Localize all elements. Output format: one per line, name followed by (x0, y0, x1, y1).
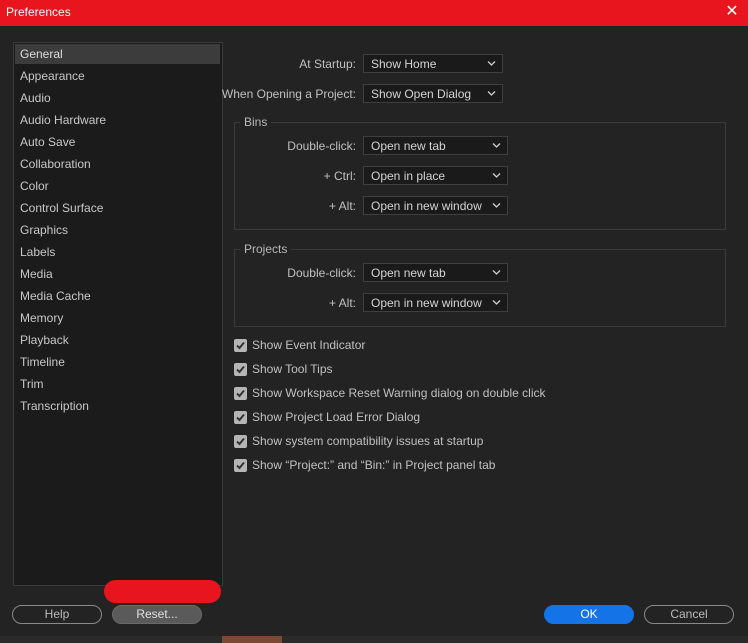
sidebar-item-appearance[interactable]: Appearance (15, 66, 220, 86)
sidebar-item-memory[interactable]: Memory (15, 308, 220, 328)
bins-double-click-dropdown[interactable]: Open new tab (363, 136, 508, 155)
projects-double-click-value: Open new tab (371, 266, 446, 280)
background-app-strip (0, 636, 748, 643)
chevron-down-icon (492, 173, 501, 178)
background-app-accent (222, 636, 282, 643)
bins-group-title: Bins (240, 115, 272, 129)
checkmark-icon (236, 461, 245, 470)
preferences-dialog: Preferences ✕ General Appearance Audio A… (0, 0, 748, 643)
close-icon[interactable]: ✕ (722, 2, 742, 22)
bins-alt-value: Open in new window (371, 199, 482, 213)
at-startup-dropdown[interactable]: Show Home (363, 54, 503, 73)
sidebar-item-audio-hardware[interactable]: Audio Hardware (15, 110, 220, 130)
sidebar-item-media-cache[interactable]: Media Cache (15, 286, 220, 306)
sidebar-item-control-surface[interactable]: Control Surface (15, 198, 220, 218)
at-startup-label: At Startup: (299, 57, 356, 71)
checkmark-icon (236, 389, 245, 398)
checkbox-label: Show “Project:” and “Bin:” in Project pa… (252, 458, 496, 472)
sidebar-item-graphics[interactable]: Graphics (15, 220, 220, 240)
chevron-down-icon (492, 270, 501, 275)
bins-alt-label: + Alt: (328, 199, 356, 213)
projects-group-title: Projects (240, 242, 292, 256)
chevron-down-icon (487, 61, 496, 66)
window-title: Preferences (6, 5, 71, 19)
checkbox-box[interactable] (234, 459, 247, 472)
checkbox-box[interactable] (234, 339, 247, 352)
checkbox-box[interactable] (234, 435, 247, 448)
checkmark-icon (236, 341, 245, 350)
help-button[interactable]: Help (12, 605, 102, 624)
bins-ctrl-value: Open in place (371, 169, 446, 183)
bins-double-click-value: Open new tab (371, 139, 446, 153)
sidebar-item-trim[interactable]: Trim (15, 374, 220, 394)
checkbox-label: Show Project Load Error Dialog (252, 410, 421, 424)
chevron-down-icon (492, 203, 501, 208)
projects-group (234, 249, 726, 327)
chevron-down-icon (492, 300, 501, 305)
projects-alt-dropdown[interactable]: Open in new window (363, 293, 508, 312)
checkbox-label: Show Tool Tips (252, 362, 333, 376)
sidebar-item-color[interactable]: Color (15, 176, 220, 196)
sidebar-item-playback[interactable]: Playback (15, 330, 220, 350)
at-startup-value: Show Home (371, 57, 437, 71)
title-bar: Preferences ✕ (0, 0, 748, 26)
opening-project-value: Show Open Dialog (371, 87, 472, 101)
sidebar-item-transcription[interactable]: Transcription (15, 396, 220, 416)
projects-alt-value: Open in new window (371, 296, 482, 310)
cancel-button[interactable]: Cancel (644, 605, 734, 624)
checkmark-icon (236, 437, 245, 446)
bins-double-click-label: Double-click: (287, 139, 356, 153)
sidebar-item-collaboration[interactable]: Collaboration (15, 154, 220, 174)
bins-ctrl-label: + Ctrl: (323, 169, 356, 183)
bins-alt-dropdown[interactable]: Open in new window (363, 196, 508, 215)
sidebar-item-auto-save[interactable]: Auto Save (15, 132, 220, 152)
bins-ctrl-dropdown[interactable]: Open in place (363, 166, 508, 185)
checkbox-label: Show system compatibility issues at star… (252, 434, 484, 448)
checkbox-box[interactable] (234, 387, 247, 400)
reset-button[interactable]: Reset... (112, 605, 202, 624)
opening-project-label: When Opening a Project: (221, 87, 356, 101)
checkbox-label: Show Event Indicator (252, 338, 366, 352)
checkbox-label: Show Workspace Reset Warning dialog on d… (252, 386, 546, 400)
checkbox-box[interactable] (234, 411, 247, 424)
preferences-category-list[interactable]: General Appearance Audio Audio Hardware … (13, 42, 223, 586)
sidebar-item-audio[interactable]: Audio (15, 88, 220, 108)
sidebar-item-timeline[interactable]: Timeline (15, 352, 220, 372)
checkmark-icon (236, 365, 245, 374)
chevron-down-icon (492, 143, 501, 148)
projects-double-click-dropdown[interactable]: Open new tab (363, 263, 508, 282)
projects-double-click-label: Double-click: (287, 266, 356, 280)
sidebar-item-general[interactable]: General (15, 44, 220, 64)
sidebar-item-labels[interactable]: Labels (15, 242, 220, 262)
checkmark-icon (236, 413, 245, 422)
ok-button[interactable]: OK (544, 605, 634, 624)
redaction-mark (104, 580, 221, 603)
projects-alt-label: + Alt: (328, 296, 356, 310)
opening-project-dropdown[interactable]: Show Open Dialog (363, 84, 503, 103)
sidebar-item-media[interactable]: Media (15, 264, 220, 284)
checkbox-box[interactable] (234, 363, 247, 376)
chevron-down-icon (487, 91, 496, 96)
